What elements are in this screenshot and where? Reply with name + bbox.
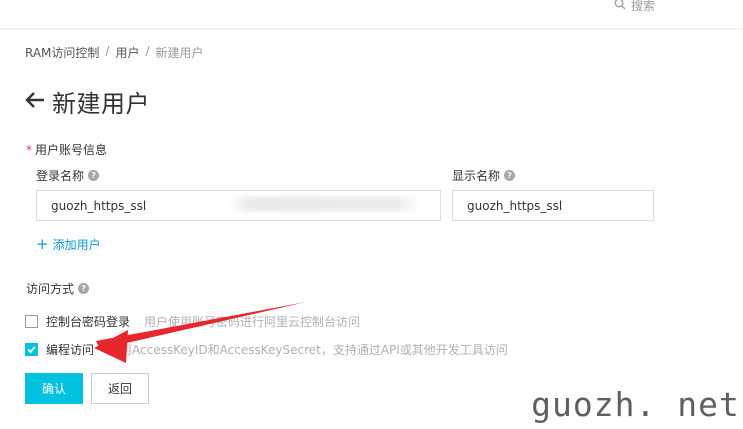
login-name-value: guozh_https_ssl — [51, 198, 147, 213]
back-button[interactable]: 返回 — [91, 373, 149, 404]
access-method-label-text: 访问方式 — [26, 282, 75, 296]
redacted-domain-blur — [228, 197, 420, 211]
top-bar: 搜索 — [0, 0, 743, 28]
add-user-label: 添加用户 — [52, 238, 101, 252]
help-icon[interactable]: ? — [88, 170, 100, 181]
access-method-label: 访问方式 ? — [26, 280, 90, 297]
search-icon — [614, 0, 626, 13]
display-name-label-text: 显示名称 — [452, 169, 501, 183]
console-login-checkbox[interactable] — [25, 315, 38, 328]
display-name-input[interactable]: guozh_https_ssl — [452, 190, 654, 221]
breadcrumb-separator: / — [145, 44, 150, 58]
breadcrumb-separator: / — [105, 44, 110, 58]
help-icon[interactable]: ? — [78, 283, 90, 294]
confirm-button[interactable]: 确认 — [25, 373, 83, 404]
display-name-value: guozh_https_ssl — [467, 198, 563, 213]
add-user-link[interactable]: + 添加用户 — [36, 236, 101, 253]
login-name-label-text: 登录名称 — [36, 169, 85, 183]
page-header: 新建用户 — [24, 84, 150, 119]
breadcrumb-item-current: 新建用户 — [155, 46, 204, 60]
watermark: guozh. net — [528, 379, 743, 429]
programmatic-access-option: 编程访问 启用AccessKeyID和AccessKeySecret，支持通过A… — [25, 341, 508, 358]
user-info-section-label: * 用户账号信息 — [26, 141, 107, 158]
console-login-description: 用户使用账号密码进行阿里云控制台访问 — [144, 315, 361, 329]
top-search[interactable]: 搜索 — [614, 0, 655, 14]
help-icon[interactable]: ? — [504, 170, 516, 181]
console-login-label[interactable]: 控制台密码登录 — [46, 313, 130, 330]
search-label: 搜索 — [631, 0, 656, 13]
login-name-label: 登录名称 ? — [36, 167, 100, 184]
required-mark: * — [26, 143, 32, 157]
programmatic-access-checkbox[interactable] — [25, 343, 38, 356]
user-info-label: 用户账号信息 — [35, 143, 108, 157]
programmatic-access-label[interactable]: 编程访问 — [46, 341, 94, 358]
console-login-option: 控制台密码登录 用户使用账号密码进行阿里云控制台访问 — [25, 313, 360, 330]
breadcrumb-item-ram[interactable]: RAM访问控制 — [25, 44, 99, 61]
plus-icon: + — [36, 235, 49, 253]
programmatic-access-description: 启用AccessKeyID和AccessKeySecret，支持通过API或其他… — [108, 343, 508, 357]
page-title: 新建用户 — [52, 90, 150, 118]
arrow-left-icon[interactable] — [24, 89, 46, 115]
breadcrumb: RAM访问控制 / 用户 / 新建用户 — [25, 44, 204, 61]
breadcrumb-item-users[interactable]: 用户 — [115, 44, 139, 61]
display-name-label: 显示名称 ? — [452, 167, 516, 184]
check-icon — [27, 346, 36, 354]
